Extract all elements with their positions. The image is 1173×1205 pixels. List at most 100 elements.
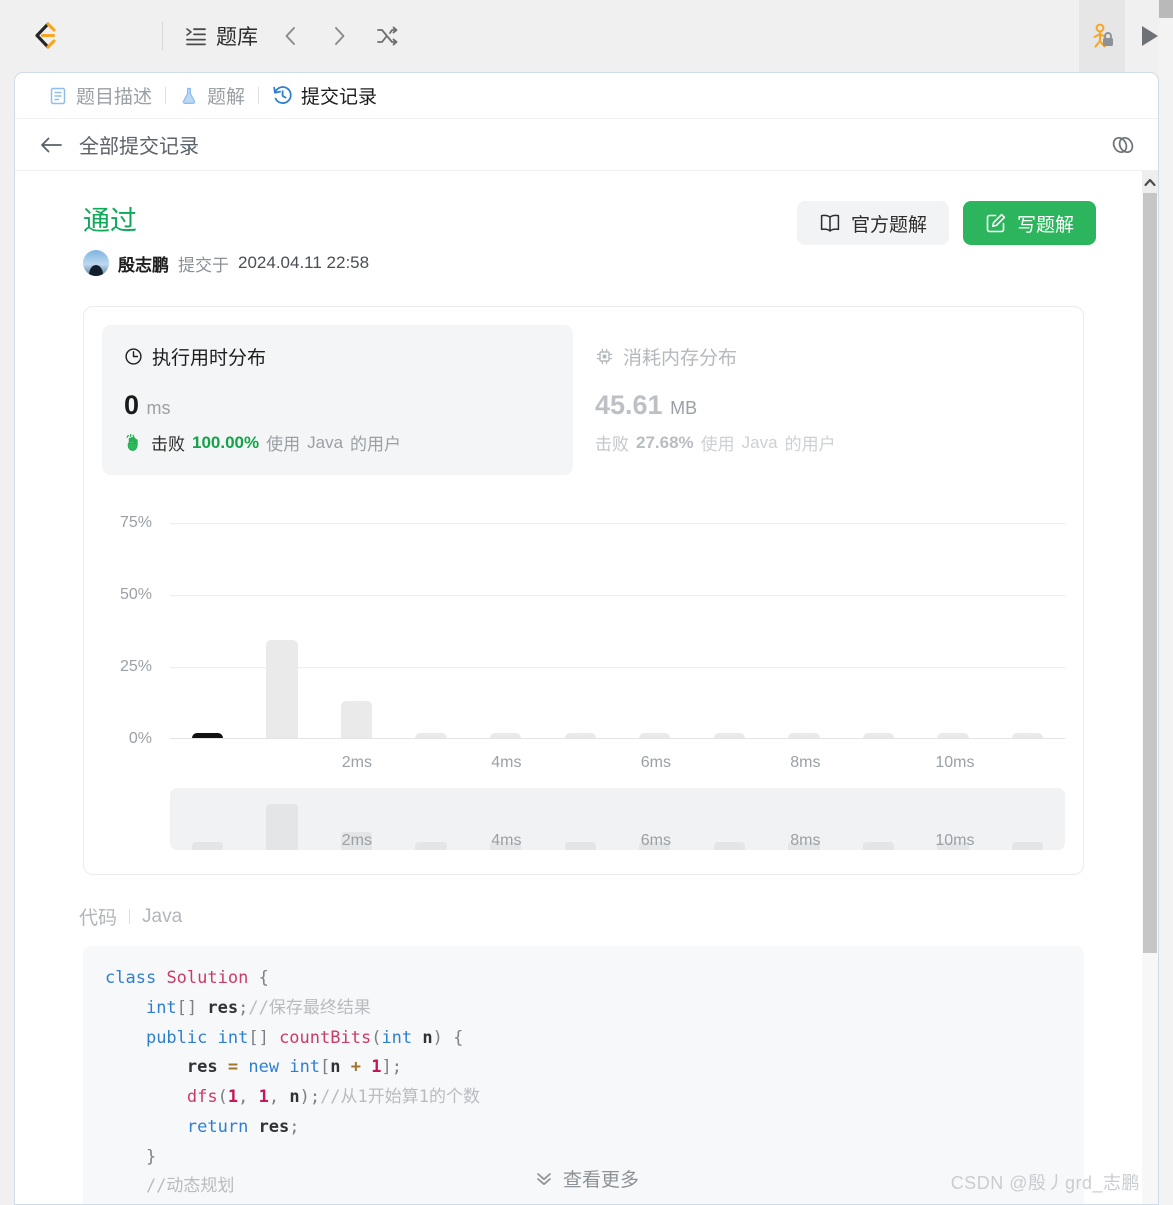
brush-x-tick: 8ms xyxy=(790,832,821,849)
main-panel: 题目描述 题解 提交记录 全部提交记录 通过 殷志鹏 提交于 2024.04.1… xyxy=(14,72,1159,1205)
runtime-stat-title: 执行用时分布 xyxy=(152,348,267,369)
list-icon xyxy=(185,25,207,47)
chart-x-tick: 10ms xyxy=(935,754,975,771)
back-title[interactable]: 全部提交记录 xyxy=(79,130,199,159)
avatar[interactable] xyxy=(83,250,109,276)
brush-bar xyxy=(191,842,223,850)
chart-axis-line xyxy=(170,738,1065,739)
window-scrollbar-thumb[interactable] xyxy=(1159,0,1173,18)
runtime-beat-suffix-2: 的用户 xyxy=(350,435,402,454)
chart-plot-area[interactable] xyxy=(170,509,1065,739)
leetcode-logo-icon[interactable] xyxy=(28,19,62,53)
chart-gridline xyxy=(170,523,1065,525)
chart-bar[interactable] xyxy=(862,733,895,738)
chevrons-down-icon xyxy=(534,1171,554,1187)
stat-tabs: 执行用时分布 0 ms 击败 100.00% 使用 Java 的用户 消耗内存分… xyxy=(102,325,1065,475)
link-icon[interactable] xyxy=(1110,133,1136,157)
code-header-label: 代码 xyxy=(79,908,118,929)
account-lock-icon[interactable] xyxy=(1079,0,1125,72)
memory-language: Java xyxy=(741,432,778,452)
code-line: return res; xyxy=(186,1116,300,1137)
watermark: CSDN @殷丿grd_志鹏 xyxy=(950,1173,1140,1193)
memory-unit: MB xyxy=(670,398,698,418)
chart-bar[interactable] xyxy=(937,733,969,738)
write-solution-label: 写题解 xyxy=(1016,214,1074,236)
chart-bar[interactable] xyxy=(415,733,447,738)
submission-username[interactable]: 殷志鹏 xyxy=(118,251,169,276)
problem-list-button[interactable]: 题库 xyxy=(185,21,258,51)
write-solution-button[interactable]: 写题解 xyxy=(962,201,1096,245)
official-solution-button[interactable]: 官方题解 xyxy=(796,201,949,245)
submitted-prefix: 提交于 xyxy=(178,255,229,275)
topbar-divider xyxy=(162,21,163,51)
chart-x-tick: 2ms xyxy=(341,754,372,771)
topbar-nav-group: 题库 xyxy=(185,21,402,51)
chart-bar[interactable] xyxy=(564,733,596,738)
brush-bar xyxy=(862,842,895,850)
brush-bar xyxy=(1012,842,1044,850)
content-scrollbar-thumb[interactable] xyxy=(1143,193,1157,953)
scroll-up-button[interactable] xyxy=(1142,171,1158,193)
runtime-stat-tab[interactable]: 执行用时分布 0 ms 击败 100.00% 使用 Java 的用户 xyxy=(102,325,573,475)
arrow-left-icon[interactable] xyxy=(39,135,63,155)
tab-description[interactable]: 题目描述 xyxy=(35,82,165,109)
chart-x-tick: 8ms xyxy=(790,754,821,771)
runtime-language: Java xyxy=(307,432,344,452)
chart-bar[interactable] xyxy=(788,733,820,738)
chart-bar[interactable] xyxy=(489,733,522,738)
brush-bar xyxy=(266,804,298,850)
brush-x-tick: 4ms xyxy=(491,832,522,849)
distribution-card: 执行用时分布 0 ms 击败 100.00% 使用 Java 的用户 消耗内存分… xyxy=(83,306,1084,875)
topbar-left-group: 题库 xyxy=(0,19,402,53)
prev-problem-button[interactable] xyxy=(276,21,306,51)
memory-beat-prefix: 击败 xyxy=(595,435,629,454)
runtime-distribution-chart: 0% 25% 50% 75% 2ms 4ms 6ms 8ms 10ms xyxy=(102,499,1065,784)
content-scrollbar[interactable] xyxy=(1142,171,1158,1204)
chart-bar[interactable] xyxy=(639,733,671,738)
official-solution-label: 官方题解 xyxy=(850,214,927,236)
submission-detail: 通过 殷志鹏 提交于 2024.04.11 22:58 官方题解 写题解 执行用… xyxy=(15,171,1158,1204)
chip-icon xyxy=(595,347,614,366)
submission-meta: 殷志鹏 提交于 2024.04.11 22:58 xyxy=(83,250,1098,276)
chart-bar[interactable] xyxy=(713,733,746,738)
tab-submissions[interactable]: 提交记录 xyxy=(259,82,390,109)
runtime-value-row: 0 ms xyxy=(124,390,553,421)
shuffle-icon[interactable] xyxy=(372,21,402,51)
app-topbar: 题库 xyxy=(0,0,1173,72)
memory-value: 45.61 xyxy=(595,390,663,420)
memory-beat-percent: 27.68% xyxy=(636,432,694,452)
show-more-label: 查看更多 xyxy=(562,1170,639,1191)
chart-y-tick: 0% xyxy=(128,730,152,747)
next-problem-button[interactable] xyxy=(324,21,354,51)
memory-beat-suffix-2: 的用户 xyxy=(784,435,836,454)
runtime-value: 0 xyxy=(124,390,140,420)
runtime-unit: ms xyxy=(146,398,171,418)
code-line: public int[] countBits(int n) { xyxy=(145,1027,464,1048)
chart-bar[interactable] xyxy=(266,640,298,738)
runtime-stat-title-row: 执行用时分布 xyxy=(124,343,553,370)
brush-bar xyxy=(415,842,447,850)
window-scrollbar[interactable] xyxy=(1159,0,1173,1205)
chart-bar[interactable] xyxy=(1012,733,1044,738)
code-language-label: Java xyxy=(142,905,183,927)
memory-stat-title-row: 消耗内存分布 xyxy=(595,343,1024,370)
brush-x-tick: 10ms xyxy=(935,832,975,849)
chart-range-brush[interactable]: 2ms 4ms 6ms 8ms 10ms xyxy=(170,788,1065,850)
tab-solutions[interactable]: 题解 xyxy=(166,82,258,109)
code-line: class Solution { xyxy=(105,968,269,988)
problem-list-label: 题库 xyxy=(216,26,258,49)
chart-bar[interactable] xyxy=(340,700,373,738)
memory-value-row: 45.61 MB xyxy=(595,390,1024,421)
runtime-beat-row: 击败 100.00% 使用 Java 的用户 xyxy=(124,430,553,455)
book-icon xyxy=(819,213,841,233)
tab-description-label: 题目描述 xyxy=(76,87,153,108)
code-line: dfs(1, 1, n);//从1开始算1的个数 xyxy=(186,1087,481,1107)
memory-stat-tab[interactable]: 消耗内存分布 45.61 MB 击败 27.68% 使用 Java 的用户 xyxy=(573,325,1044,475)
chart-bar[interactable] xyxy=(191,733,223,738)
chart-x-tick: 6ms xyxy=(640,754,671,771)
submission-action-buttons: 官方题解 写题解 xyxy=(796,201,1096,245)
brush-x-tick: 6ms xyxy=(640,832,671,849)
tab-bar: 题目描述 题解 提交记录 xyxy=(15,73,1158,119)
submission-detail-scroll[interactable]: 通过 殷志鹏 提交于 2024.04.11 22:58 官方题解 写题解 执行用… xyxy=(15,171,1158,1204)
clock-icon xyxy=(124,347,143,366)
